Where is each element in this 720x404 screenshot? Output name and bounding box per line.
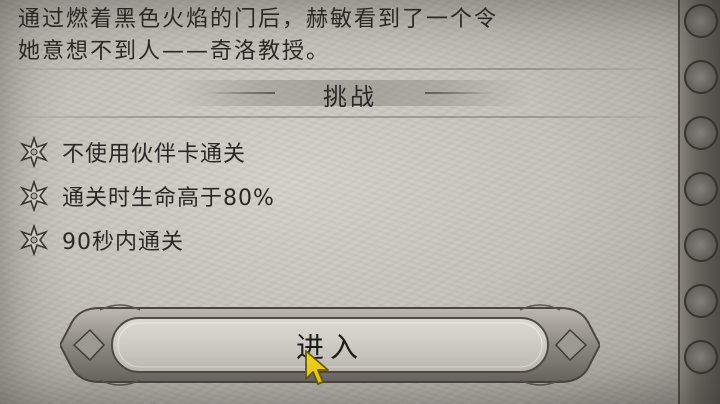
challenge-header: 挑战 <box>170 76 530 111</box>
challenge-item: 不使用伙伴卡通关 <box>18 130 275 174</box>
challenge-item: 90秒内通关 <box>18 218 275 262</box>
ornate-side-frame <box>678 0 720 404</box>
challenge-item: 通关时生命高于80% <box>18 174 275 218</box>
frame-knot-ornament <box>684 116 718 150</box>
challenge-list: 不使用伙伴卡通关 通关时生命高于80% 90秒内通关 <box>18 130 275 262</box>
divider <box>18 68 658 70</box>
frame-knot-ornament <box>684 60 718 94</box>
pointer-cursor-icon <box>305 350 329 385</box>
frame-knot-ornament <box>684 172 718 206</box>
challenge-text: 通关时生命高于80% <box>62 186 275 211</box>
frame-knot-ornament <box>684 340 718 374</box>
star-outline-icon <box>19 224 49 256</box>
frame-knot-ornament <box>684 284 718 318</box>
divider <box>18 116 658 118</box>
challenge-text: 90秒内通关 <box>62 230 184 255</box>
star-outline-icon <box>19 180 49 212</box>
star-outline-icon <box>19 136 49 168</box>
level-description: 通过燃着黑色火焰的门后，赫敏看到了一个令 她意想不到人——奇洛教授。 <box>18 7 499 64</box>
frame-knot-ornament <box>684 4 718 38</box>
frame-knot-ornament <box>684 228 718 262</box>
challenge-text: 不使用伙伴卡通关 <box>62 142 247 167</box>
challenge-title: 挑战 <box>323 83 377 111</box>
